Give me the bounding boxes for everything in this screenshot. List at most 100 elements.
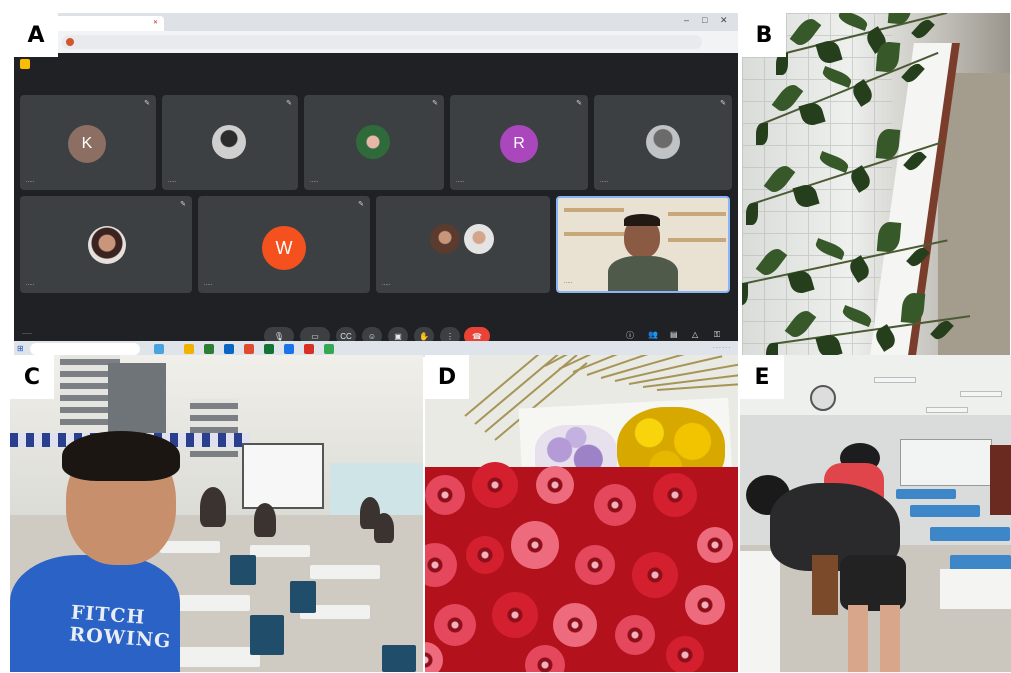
person-shorts (840, 555, 906, 611)
blue-desk-row (896, 489, 956, 499)
hibiscus-flower (697, 527, 733, 563)
participant-tile[interactable]: ✎ ····· (20, 196, 192, 293)
lock-icon[interactable]: ⚿ (714, 330, 720, 340)
taskbar-search-field[interactable] (30, 343, 140, 355)
taskbar-app-icon[interactable] (264, 344, 274, 354)
panel-label-c: C (10, 355, 54, 399)
wall-fan (810, 385, 836, 411)
participant-tile[interactable]: ✎ ····· (162, 95, 298, 190)
student (254, 503, 276, 537)
participant-tile[interactable]: ✎ ····· (594, 95, 732, 190)
participant-name: ····· (310, 179, 319, 185)
info-icon[interactable]: ⓘ (626, 330, 634, 341)
pin-icon[interactable]: ✎ (720, 99, 726, 107)
chair (290, 581, 316, 613)
hibiscus-flower (666, 636, 704, 672)
participant-name: ····· (564, 280, 573, 286)
participant-name: ····· (26, 282, 35, 288)
close-icon[interactable]: ✕ (153, 19, 158, 26)
ventilation-block (190, 399, 238, 457)
leaf (901, 292, 926, 325)
participant-name: ····· (168, 179, 177, 185)
panel-e-classroom-activity (740, 355, 1011, 672)
participant-avatar: R (500, 125, 538, 163)
stool (812, 555, 838, 615)
taskbar-app-icon[interactable] (284, 344, 294, 354)
hibiscus-flower (553, 603, 597, 647)
hibiscus-flower (425, 475, 465, 515)
pin-icon[interactable]: ✎ (180, 200, 186, 208)
taskbar-app-icon[interactable] (304, 344, 314, 354)
leaf (766, 343, 778, 355)
ceiling-fan (874, 377, 916, 383)
shelf (668, 238, 726, 242)
shelf (668, 212, 726, 216)
pin-icon[interactable]: ✎ (432, 99, 438, 107)
participant-photo (464, 224, 494, 254)
chat-icon[interactable]: ▤ (670, 330, 678, 339)
participant-tile[interactable]: ✎ ····· (304, 95, 444, 190)
activities-icon[interactable]: △ (692, 330, 698, 339)
windows-start-icon[interactable]: ⊞ (17, 344, 24, 353)
participant-name: ····· (26, 179, 35, 185)
participant-name: ····· (600, 179, 609, 185)
participant-tile[interactable]: ····· (376, 196, 550, 293)
hibiscus-flower (472, 462, 518, 508)
panel-label-e: E (740, 355, 784, 399)
taskbar-app-icon[interactable] (204, 344, 214, 354)
participant-tile-active[interactable]: ····· (556, 196, 730, 293)
grass-stalk (600, 355, 702, 379)
panel-label-d: D (425, 355, 469, 399)
pin-icon[interactable]: ✎ (358, 200, 364, 208)
participant-tile[interactable]: ✎ K ····· (20, 95, 156, 190)
maximize-icon[interactable]: □ (702, 15, 707, 25)
taskbar-app-icon[interactable] (154, 344, 164, 354)
hibiscus-flower (685, 585, 725, 625)
desk (250, 545, 310, 557)
participant-name: ····· (204, 282, 213, 288)
participant-photo (646, 125, 680, 159)
panel-label-b: B (742, 13, 786, 57)
taskbar-app-icon[interactable] (224, 344, 234, 354)
pin-icon[interactable]: ✎ (286, 99, 292, 107)
person-shirt (608, 256, 678, 291)
browser-tab[interactable]: ✕ (44, 16, 164, 31)
taskbar-app-icon[interactable] (244, 344, 254, 354)
participant-tile[interactable]: ✎ W ····· (198, 196, 370, 293)
system-tray: · · · · · · (713, 345, 730, 351)
minimize-icon[interactable]: – (684, 15, 689, 25)
pin-icon[interactable]: ✎ (144, 99, 150, 107)
person-hair (62, 431, 180, 481)
url-field[interactable] (62, 35, 702, 49)
panel-a-video-call: ✕ – □ ✕ ✎ K ····· ✎ ····· ✎ ····· ✎ R ··… (14, 13, 738, 355)
person-leg (848, 605, 868, 672)
taskbar-app-icon[interactable] (184, 344, 194, 354)
blue-desk-row (930, 527, 1010, 541)
participant-name: ····· (382, 282, 391, 288)
close-window-icon[interactable]: ✕ (720, 15, 728, 26)
ceiling-fan (926, 407, 968, 413)
people-icon[interactable]: 👥 (648, 330, 658, 339)
whiteboard (900, 439, 992, 486)
participant-name: ····· (456, 179, 465, 185)
pin-icon[interactable]: ✎ (576, 99, 582, 107)
hibiscus-flower (492, 592, 538, 638)
participant-avatar: K (68, 125, 106, 163)
shirt-print: FITCH ROWING (69, 601, 174, 652)
meet-logo-icon (20, 59, 30, 69)
chair (230, 555, 256, 585)
blue-desk-row (910, 505, 980, 517)
chair (250, 615, 284, 655)
hibiscus-flower (466, 536, 504, 574)
browser-tab-strip: ✕ – □ ✕ (14, 13, 738, 31)
ceiling-fan (960, 391, 1002, 397)
leaf (746, 203, 758, 225)
chair (382, 645, 416, 672)
hibiscus-flower (594, 484, 636, 526)
panel-d-flower-specimens (425, 355, 738, 672)
taskbar-app-icon[interactable] (324, 344, 334, 354)
desk (170, 647, 260, 667)
participant-tile[interactable]: ✎ R ····· (450, 95, 588, 190)
student (200, 487, 226, 527)
avatar-initial: R (513, 135, 525, 152)
